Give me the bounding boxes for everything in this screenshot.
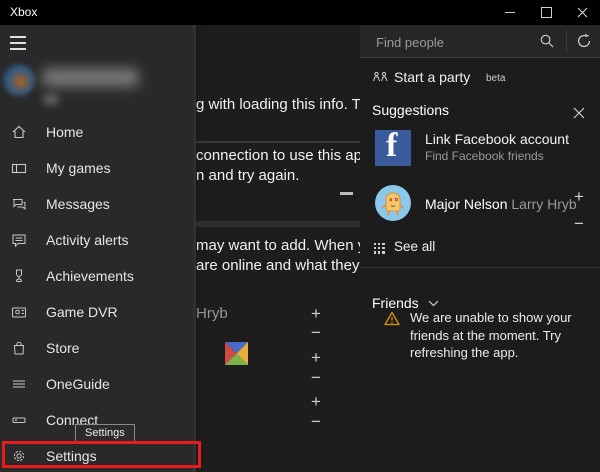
add-friend-button[interactable]: + (306, 393, 326, 411)
error-text-fragment: g with loading this info. Try (196, 96, 373, 113)
gamertag: Major Nelson (425, 196, 507, 212)
warning-icon (384, 311, 400, 326)
sidebar-item-label: Game DVR (46, 304, 118, 320)
sidebar-item-my-games[interactable]: My games (0, 150, 190, 186)
sidebar-item-messages[interactable]: Messages (0, 186, 190, 222)
xbox-app-window: Xbox g with loading this info. Try conne… (0, 0, 600, 472)
find-people-searchbar (360, 25, 600, 58)
close-button[interactable] (564, 0, 600, 25)
scrollbar[interactable] (189, 25, 196, 472)
suggestion-text-fragment: may want to add. When you (196, 237, 382, 254)
maximize-button[interactable] (528, 0, 564, 25)
party-beta-badge: beta (486, 73, 505, 84)
see-all-button[interactable]: See all (360, 236, 600, 260)
oneguide-icon (11, 376, 27, 392)
home-icon (11, 124, 27, 140)
people-panel: Start a party beta Suggestions f Link Fa… (360, 25, 600, 472)
facebook-f-letter: f (386, 130, 397, 165)
person-name[interactable]: Major Nelson Larry Hryb (425, 196, 577, 212)
close-x-icon (573, 107, 585, 119)
tooltip-label: Settings (85, 427, 125, 439)
divider (360, 267, 600, 268)
annotation-highlight-box (2, 441, 201, 468)
search-input[interactable] (374, 25, 528, 59)
sidebar-item-store[interactable]: Store (0, 330, 190, 366)
suggestions-heading: Suggestions (372, 102, 449, 118)
user-subtext-redacted (43, 95, 59, 104)
sidebar-item-home[interactable]: Home (0, 114, 190, 150)
maximize-icon (541, 7, 552, 18)
remove-suggestion-button[interactable]: − (306, 324, 326, 342)
window-controls (492, 0, 600, 25)
section-divider (192, 221, 360, 227)
search-icon (539, 33, 555, 49)
sidebar-item-label: Activity alerts (46, 232, 128, 248)
sidebar-item-oneguide[interactable]: OneGuide (0, 366, 190, 402)
sidebar-item-label: Store (46, 340, 79, 356)
sidebar-item-label: Messages (46, 196, 110, 212)
remove-suggestion-button[interactable]: − (306, 369, 326, 387)
game-dvr-icon (11, 304, 27, 320)
error-text-fragment: n and try again. (196, 167, 299, 184)
start-party-button[interactable]: Start a party beta (360, 64, 600, 92)
remove-suggestion-button[interactable]: − (566, 212, 592, 236)
avatar[interactable] (375, 185, 411, 221)
titlebar: Xbox (0, 0, 600, 25)
window-title: Xbox (10, 0, 37, 25)
messages-icon (11, 196, 27, 212)
add-friend-button[interactable]: + (306, 349, 326, 367)
minus-icon: − (574, 214, 584, 234)
sidebar-item-label: My games (46, 160, 111, 176)
party-icon (372, 70, 389, 85)
refresh-button[interactable] (568, 25, 600, 57)
user-avatar[interactable] (3, 64, 35, 96)
link-facebook-subtitle: Find Facebook friends (425, 149, 544, 163)
divider (566, 30, 567, 52)
sidebar-item-label: Home (46, 124, 83, 140)
connect-icon (11, 412, 27, 428)
hamburger-menu-button[interactable] (10, 36, 26, 50)
broken-image-placeholder-icon (225, 342, 248, 365)
minimize-button[interactable] (492, 0, 528, 25)
facebook-logo[interactable]: f (375, 130, 411, 166)
plus-icon: + (574, 187, 584, 207)
dismiss-suggestions-button[interactable] (566, 101, 592, 125)
store-icon (11, 340, 27, 356)
divider-dash (340, 192, 353, 195)
search-button[interactable] (532, 25, 562, 57)
section-divider (192, 141, 360, 143)
remove-suggestion-button[interactable]: − (306, 413, 326, 431)
close-icon (577, 7, 588, 18)
add-friend-button[interactable]: + (566, 185, 592, 209)
sidebar-item-label: OneGuide (46, 376, 110, 392)
sidebar-item-game-dvr[interactable]: Game DVR (0, 294, 190, 330)
sidebar-item-achievements[interactable]: Achievements (0, 258, 190, 294)
add-friend-button[interactable]: + (306, 305, 326, 323)
navigation-drawer: Home My games Messages Activity alerts (0, 25, 190, 472)
refresh-icon (576, 33, 592, 49)
party-label: Start a party (394, 69, 470, 85)
achievements-icon (11, 268, 27, 284)
error-text-fragment: connection to use this app. (196, 147, 374, 164)
see-all-label: See all (394, 239, 435, 254)
minimize-icon (505, 12, 515, 13)
friends-warning-message: We are unable to show your friends at th… (410, 309, 576, 362)
sidebar-item-activity-alerts[interactable]: Activity alerts (0, 222, 190, 258)
chevron-down-icon (428, 300, 439, 307)
activity-alerts-icon (11, 232, 27, 248)
grid-icon (374, 243, 385, 254)
person-name-fragment: Hryb (196, 305, 228, 322)
suggestion-text-fragment: are online and what they are (196, 257, 385, 274)
link-facebook-title[interactable]: Link Facebook account (425, 131, 569, 147)
sidebar-item-label: Achievements (46, 268, 134, 284)
my-games-icon (11, 160, 27, 176)
user-name-redacted (42, 68, 139, 87)
